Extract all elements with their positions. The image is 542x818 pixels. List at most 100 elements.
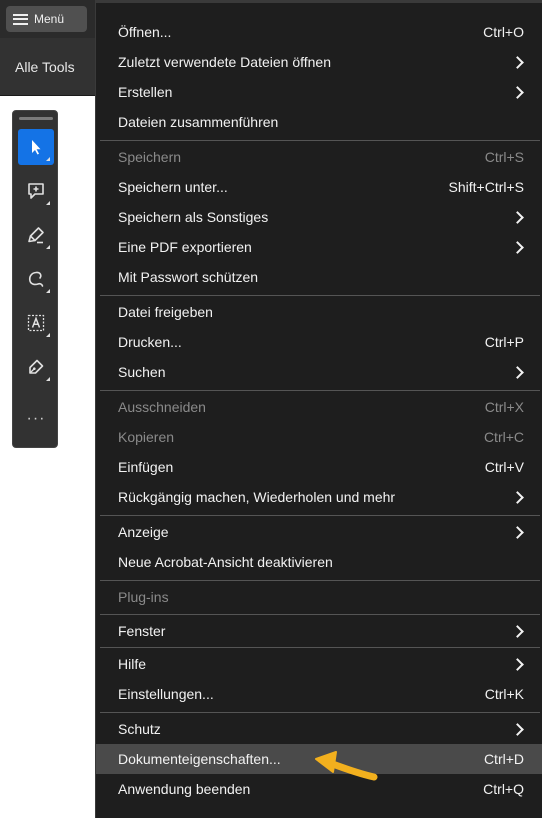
menu-item-label: Kopieren: [118, 429, 175, 445]
menu-item-cut[interactable]: Ausschneiden Ctrl+X: [96, 392, 542, 422]
menu-item-label: Zuletzt verwendete Dateien öffnen: [118, 54, 331, 70]
menu-separator: [100, 140, 540, 141]
menu-separator: [100, 580, 540, 581]
menu-item-save[interactable]: Speichern Ctrl+S: [96, 142, 542, 172]
menu-item-preferences[interactable]: Einstellungen... Ctrl+K: [96, 679, 542, 709]
menu-item-label: Drucken...: [118, 334, 182, 350]
menu-item-shortcut: Ctrl+X: [484, 399, 524, 415]
menu-item-paste[interactable]: Einfügen Ctrl+V: [96, 452, 542, 482]
menu-item-label: Mit Passwort schützen: [118, 269, 259, 285]
menu-button[interactable]: Menü: [6, 6, 87, 32]
sign-tool-button[interactable]: [18, 349, 54, 385]
menu-top-border: [96, 0, 542, 3]
menu-item-save-as-other[interactable]: Speichern als Sonstiges: [96, 202, 542, 232]
menu-separator: [100, 295, 540, 296]
menu-item-help[interactable]: Hilfe: [96, 649, 542, 679]
menu-item-label: Einstellungen...: [118, 686, 214, 702]
submenu-corner-icon: [46, 289, 50, 293]
menu-item-label: Dokumenteigenschaften...: [118, 751, 281, 767]
menu-item-save-as[interactable]: Speichern unter... Shift+Ctrl+S: [96, 172, 542, 202]
menu-item-shortcut: Shift+Ctrl+S: [448, 179, 524, 195]
menu-item-label: Hilfe: [118, 656, 147, 672]
highlighter-icon: [28, 227, 44, 244]
menu-item-export-pdf[interactable]: Eine PDF exportieren: [96, 232, 542, 262]
menu-item-label: Rückgängig machen, Wiederholen und mehr: [118, 489, 396, 505]
menu-item-share-file[interactable]: Datei freigeben: [96, 297, 542, 327]
file-menu-dropdown: Öffnen... Ctrl+O Zuletzt verwendete Date…: [95, 0, 542, 818]
select-tool-button[interactable]: [18, 129, 54, 165]
chevron-right-icon: [511, 525, 524, 539]
hamburger-icon: [13, 13, 28, 25]
menu-item-shortcut: Ctrl+K: [484, 686, 524, 702]
submenu-corner-icon: [46, 157, 50, 161]
chevron-right-icon: [511, 657, 524, 671]
comment-tool-button[interactable]: [18, 173, 54, 209]
menu-item-open[interactable]: Öffnen... Ctrl+O: [96, 17, 542, 47]
menu-item-undo-redo-more[interactable]: Rückgängig machen, Wiederholen und mehr: [96, 482, 542, 512]
menu-item-create[interactable]: Erstellen: [96, 77, 542, 107]
menu-item-label: Einfügen: [118, 459, 174, 475]
menu-item-recent-files[interactable]: Zuletzt verwendete Dateien öffnen: [96, 47, 542, 77]
menu-item-print[interactable]: Drucken... Ctrl+P: [96, 327, 542, 357]
chevron-right-icon: [511, 624, 524, 638]
menu-item-label: Datei freigeben: [118, 304, 213, 320]
pen-sign-icon: [29, 359, 44, 374]
menu-item-copy[interactable]: Kopieren Ctrl+C: [96, 422, 542, 452]
all-tools-label: Alle Tools: [15, 58, 75, 75]
toolbar-grip-handle[interactable]: [19, 117, 53, 120]
menu-item-combine-files[interactable]: Dateien zusammenführen: [96, 107, 542, 137]
menu-item-shortcut: Ctrl+Q: [483, 781, 524, 797]
menu-item-search[interactable]: Suchen: [96, 357, 542, 387]
highlight-tool-button[interactable]: [18, 217, 54, 253]
menu-item-label: Öffnen...: [118, 24, 172, 40]
menu-item-document-properties[interactable]: Dokumenteigenschaften... Ctrl+D: [96, 744, 542, 774]
menu-item-label: Speichern: [118, 149, 182, 165]
pointer-icon: [32, 140, 41, 155]
submenu-corner-icon: [46, 377, 50, 381]
menu-item-shortcut: Ctrl+D: [483, 751, 524, 767]
menu-item-protect-with-password[interactable]: Mit Passwort schützen: [96, 262, 542, 292]
menu-item-label: Eine PDF exportieren: [118, 239, 252, 255]
quick-tools-toolbar: ···: [12, 110, 58, 448]
menu-item-window[interactable]: Fenster: [96, 616, 542, 646]
menu-item-shortcut: Ctrl+C: [483, 429, 524, 445]
chevron-right-icon: [511, 85, 524, 99]
submenu-corner-icon: [46, 201, 50, 205]
menu-item-label: Erstellen: [118, 84, 173, 100]
chevron-right-icon: [511, 722, 524, 736]
menu-item-label: Speichern als Sonstiges: [118, 209, 269, 225]
menu-separator: [100, 515, 540, 516]
menu-item-label: Fenster: [118, 623, 166, 639]
top-bar: Menü: [0, 0, 95, 38]
chevron-right-icon: [511, 365, 524, 379]
text-box-icon: [27, 314, 45, 332]
menu-item-shortcut: Ctrl+P: [484, 334, 524, 350]
menu-separator: [100, 614, 540, 615]
menu-separator: [100, 647, 540, 648]
menu-item-label: Anwendung beenden: [118, 781, 251, 797]
menu-item-label: Dateien zusammenführen: [118, 114, 279, 130]
menu-item-view[interactable]: Anzeige: [96, 517, 542, 547]
menu-item-protection[interactable]: Schutz: [96, 714, 542, 744]
text-tool-button[interactable]: [18, 305, 54, 341]
menu-item-label: Anzeige: [118, 524, 169, 540]
chevron-right-icon: [511, 55, 524, 69]
menu-item-shortcut: Ctrl+S: [484, 149, 524, 165]
menu-separator: [100, 712, 540, 713]
chevron-right-icon: [511, 210, 524, 224]
menu-button-label: Menü: [34, 12, 65, 26]
menu-item-label: Suchen: [118, 364, 166, 380]
draw-tool-button[interactable]: [18, 261, 54, 297]
submenu-corner-icon: [46, 333, 50, 337]
menu-separator: [100, 390, 540, 391]
all-tools-tab[interactable]: Alle Tools: [0, 38, 95, 96]
menu-item-disable-new-acrobat[interactable]: Neue Acrobat-Ansicht deaktivieren: [96, 547, 542, 577]
menu-item-label: Schutz: [118, 721, 161, 737]
chevron-right-icon: [511, 240, 524, 254]
menu-item-shortcut: Ctrl+V: [484, 459, 524, 475]
menu-item-label: Ausschneiden: [118, 399, 206, 415]
menu-item-exit-application[interactable]: Anwendung beenden Ctrl+Q: [96, 774, 542, 804]
submenu-corner-icon: [46, 245, 50, 249]
menu-item-plugins[interactable]: Plug-ins: [96, 582, 542, 612]
more-tools-button[interactable]: ···: [18, 411, 54, 435]
